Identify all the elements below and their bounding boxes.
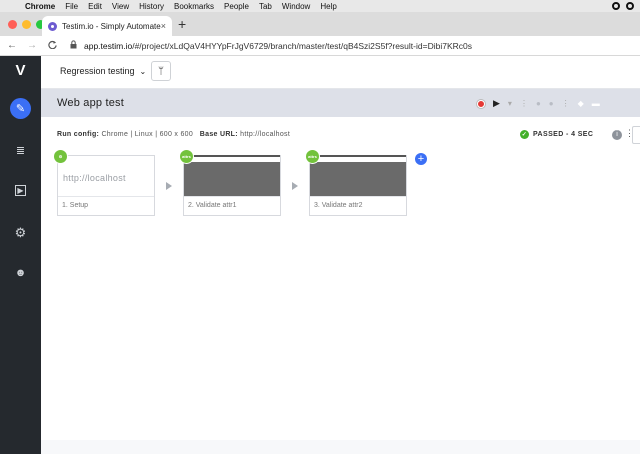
menu-bookmarks[interactable]: Bookmarks [169,2,219,11]
run-config-value: Chrome | Linux | 600 x 600 [101,131,194,138]
add-step-button[interactable]: + [415,153,427,165]
git-branch-icon: ᛘ [158,65,164,77]
menu-file[interactable]: File [60,2,83,11]
step-arrow-icon [166,182,172,190]
minimize-window-button[interactable] [22,20,31,29]
new-tab-button[interactable]: + [178,17,186,31]
footer-area [41,440,640,454]
branch-selector[interactable]: Regression testing ⌄ [60,66,146,76]
window-controls [8,20,45,29]
comment-icon[interactable]: ▬ [592,99,600,108]
step-caption: 2. Validate attr1 [184,196,280,216]
branch-button[interactable]: ᛘ [151,61,171,81]
sidebar-item-editor[interactable]: ✎ [10,98,31,119]
browser-tab-strip: Testim.io - Simply Automate × + [0,12,640,36]
url-path: /#/project/xLdQaV4HYYpFrJgV6729/branch/m… [132,40,472,51]
test-title[interactable]: Web app test [57,97,124,109]
step-arrow-icon [292,182,298,190]
sidebar-item-settings[interactable]: ⚙ [10,222,31,243]
gear-icon: ⚙ [14,224,27,240]
sidebar-item-tests[interactable]: ≣ [10,140,31,161]
run-options-dropdown-icon[interactable]: ▾ [508,99,512,108]
pencil-icon: ✎ [15,103,26,115]
tab-title: Testim.io - Simply Automate [62,21,161,31]
test-header: Web app test ▶ ▾ ⋮ ● ● ⋮ ◆ ▬ [41,89,640,117]
step-caption: 1. Setup [58,196,154,216]
url-host: app.testim.io [84,40,133,51]
browser-tab[interactable]: Testim.io - Simply Automate × [42,16,172,36]
menu-people[interactable]: People [219,2,254,11]
setup-badge-icon: ⚙ [53,149,68,164]
address-bar: ← → app.testim.io/#/project/xLdQaV4HYYpF… [0,36,640,56]
menu-view[interactable]: View [107,2,134,11]
debug-icon[interactable]: ● [536,99,541,108]
attrs-badge-icon: attrs [305,149,320,164]
bug-icon[interactable]: ● [549,99,554,108]
step-card-validate-attr1[interactable]: 2. Validate attr1 [183,155,281,216]
back-button[interactable]: ← [4,40,20,51]
step-screenshot [184,162,280,196]
base-url-label: Base URL: [199,131,238,138]
step-card-validate-attr2[interactable]: 3. Validate attr2 [309,155,407,216]
menu-edit[interactable]: Edit [83,2,107,11]
divider-dots-icon: ⋮ [519,99,528,108]
info-button[interactable]: i [612,130,622,140]
record-button[interactable] [477,99,485,108]
reload-icon [47,40,57,49]
close-tab-icon[interactable]: × [161,21,166,31]
side-panel-toggle[interactable] [632,126,640,144]
close-window-button[interactable] [8,20,17,29]
status-text: PASSED - 4 SEC [533,131,594,138]
macos-menu-bar: Chrome File Edit View History Bookmarks … [0,0,640,12]
result-status[interactable]: ✓ PASSED - 4 SEC [520,130,593,139]
run-config-info: Run config: Chrome | Linux | 600 x 600 B… [57,131,290,138]
url-field[interactable]: app.testim.io/#/project/xLdQaV4HYYpFrJgV… [84,41,472,51]
users-icon: ☻ [14,266,27,279]
branch-selector-label: Regression testing [60,66,135,76]
testim-logo[interactable]: V [0,62,41,79]
chevron-down-icon: ⌄ [139,66,147,76]
menu-chrome[interactable]: Chrome [20,2,60,11]
attrs-badge-icon: attrs [179,149,194,164]
step-card-setup[interactable]: http://localhost 1. Setup [57,155,155,216]
menu-history[interactable]: History [134,2,169,11]
lock-icon[interactable] [70,40,80,51]
step-caption: 3. Validate attr2 [310,196,406,216]
menu-window[interactable]: Window [277,2,315,11]
sidebar-item-team[interactable]: ☻ [10,262,31,283]
step-preview: http://localhost [63,173,126,183]
user-status-icon[interactable] [626,2,634,10]
step-screenshot [310,162,406,196]
step-top-bar [310,155,406,157]
play-square-icon: ▶ [15,185,26,196]
app-sidebar: V ✎ ≣ ▶ ⚙ ☻ [0,56,41,454]
sidebar-item-runs[interactable]: ▶ [10,180,31,201]
step-top-bar [184,155,280,157]
testim-favicon-icon [48,21,57,31]
test-toolbar: ▶ ▾ ⋮ ● ● ⋮ ◆ ▬ [477,98,600,109]
menu-help[interactable]: Help [315,2,341,11]
divider-dots-icon-2: ⋮ [561,99,570,108]
tag-icon[interactable]: ◆ [578,99,584,108]
record-status-icon[interactable] [612,2,620,10]
project-top-bar: Regression testing ⌄ ᛘ [41,56,640,89]
reload-button[interactable] [44,40,60,52]
base-url-value: http://localhost [240,131,291,138]
menu-tab[interactable]: Tab [254,2,277,11]
check-icon: ✓ [520,130,529,139]
play-button[interactable]: ▶ [493,98,500,109]
run-config-label: Run config: [57,131,100,138]
forward-button[interactable]: → [24,40,40,51]
list-icon: ≣ [15,145,26,157]
